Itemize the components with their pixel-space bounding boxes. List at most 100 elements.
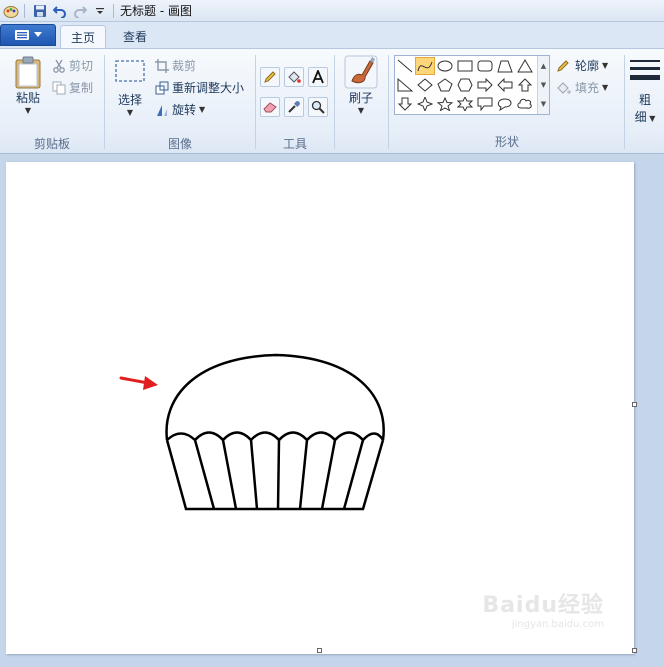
pentagon-icon <box>437 78 453 92</box>
shape-oval[interactable] <box>435 57 455 75</box>
outline-label: 轮廓 <box>575 59 600 73</box>
chevron-down-icon <box>34 32 42 37</box>
five-point-star-icon <box>437 97 453 111</box>
brushes-label: 刷子 <box>348 91 373 105</box>
redo-button[interactable] <box>71 2 89 20</box>
pencil-button[interactable] <box>260 67 280 87</box>
shape-polygon[interactable] <box>495 57 515 75</box>
magnifier-icon <box>311 100 325 114</box>
triangle-icon <box>517 59 533 73</box>
drawing-canvas[interactable]: Baidu经验 jingyan.baidu.com <box>6 162 634 654</box>
line-icon <box>397 59 413 73</box>
oval-icon <box>437 60 453 72</box>
cut-button[interactable]: 剪切 <box>52 57 93 74</box>
cut-label: 剪切 <box>69 59 94 73</box>
left-arrow-icon <box>497 78 513 92</box>
canvas-resize-handle-right[interactable] <box>632 402 637 407</box>
window-title: 无标题 - 画图 <box>120 4 192 18</box>
select-label: 选择 <box>117 93 142 107</box>
resize-button[interactable]: 重新调整大小 <box>155 79 244 96</box>
text-icon <box>312 70 324 84</box>
save-button[interactable] <box>31 2 49 20</box>
rect-callout-icon <box>477 97 493 111</box>
clipboard-group-label: 剪贴板 <box>33 137 70 151</box>
app-icon[interactable] <box>2 2 20 20</box>
canvas-resize-handle-corner[interactable] <box>632 648 637 653</box>
ribbon: 粘贴 ▼ 剪切 复制 剪贴板 选择 ▼ 裁剪 重新调整大小 旋转 ▼ 图像 工具… <box>0 48 664 154</box>
brushes-button[interactable]: 刷子 ▼ <box>340 55 382 115</box>
hexagon-icon <box>457 78 473 92</box>
red-arrow <box>119 376 158 390</box>
magnifier-button[interactable] <box>308 97 328 117</box>
rotate-icon <box>157 104 167 116</box>
image-group-label: 图像 <box>167 137 192 151</box>
shape-left-arrow[interactable] <box>495 76 515 94</box>
text-button[interactable] <box>308 67 328 87</box>
scroll-down-icon[interactable]: ▼ <box>541 81 546 89</box>
fill-button[interactable] <box>284 67 304 87</box>
shape-oval-callout[interactable] <box>495 95 515 113</box>
color-picker-button[interactable] <box>284 97 304 117</box>
copy-icon <box>52 81 66 94</box>
curve-icon <box>417 61 433 72</box>
shape-hexagon[interactable] <box>455 76 475 94</box>
shape-four-point-star[interactable] <box>415 95 435 113</box>
shape-curve[interactable] <box>415 57 435 75</box>
app-menu-button[interactable] <box>0 24 56 46</box>
gallery-expand-icon[interactable]: ▼ <box>541 100 546 108</box>
tab-home[interactable]: 主页 <box>60 25 106 48</box>
crop-icon <box>155 58 169 73</box>
shape-right-triangle[interactable] <box>395 76 415 94</box>
rotate-label: 旋转 <box>172 103 197 117</box>
color-picker-icon <box>288 101 300 113</box>
chevron-down-icon: ▼ <box>602 61 609 70</box>
canvas-drawing <box>119 353 385 511</box>
right-arrow-icon <box>477 78 493 92</box>
pencil-icon <box>264 71 276 83</box>
chevron-down-icon: ▼ <box>126 108 134 117</box>
shapes-gallery-scrollbar[interactable]: ▲ ▼ ▼ <box>537 56 549 114</box>
shape-pentagon[interactable] <box>435 76 455 94</box>
resize-label: 重新调整大小 <box>172 81 245 95</box>
shape-up-arrow[interactable] <box>515 76 535 94</box>
copy-button[interactable]: 复制 <box>52 79 93 96</box>
shape-cloud-callout[interactable] <box>515 95 535 113</box>
shape-down-arrow[interactable] <box>395 95 415 113</box>
cupcake-wrapper <box>165 439 385 511</box>
chevron-down-icon: ▼ <box>602 83 609 92</box>
chevron-down-icon <box>96 7 104 14</box>
scissors-icon <box>53 59 65 73</box>
scroll-up-icon[interactable]: ▲ <box>541 62 546 70</box>
undo-button[interactable] <box>51 2 69 20</box>
shape-rectangle[interactable] <box>455 57 475 75</box>
shape-five-point-star[interactable] <box>435 95 455 113</box>
group-separator <box>624 55 625 149</box>
shape-rounded-rectangle[interactable] <box>475 57 495 75</box>
canvas-resize-handle-bottom[interactable] <box>317 648 322 653</box>
group-separator <box>388 55 389 149</box>
shape-diamond[interactable] <box>415 76 435 94</box>
size-button[interactable]: 粗 细 ▼ <box>626 57 664 125</box>
eraser-button[interactable] <box>260 97 280 117</box>
rotate-button[interactable]: 旋转 ▼ <box>155 101 205 118</box>
rectangle-icon <box>457 60 473 72</box>
fill-label: 填充 <box>575 81 600 95</box>
select-button[interactable]: 选择 ▼ <box>111 57 149 117</box>
shape-six-point-star[interactable] <box>455 95 475 113</box>
shapes-group-label: 形状 <box>494 135 519 149</box>
fill-style-button[interactable]: 填充 ▼ <box>556 79 608 96</box>
paste-button[interactable]: 粘贴 ▼ <box>8 55 48 115</box>
shape-triangle[interactable] <box>515 57 535 75</box>
rounded-rectangle-icon <box>477 60 493 72</box>
crop-button[interactable]: 裁剪 <box>155 57 196 74</box>
quick-access-toolbar <box>0 0 118 22</box>
customize-quick-access-button[interactable] <box>91 2 109 20</box>
tools-group-label: 工具 <box>282 137 307 151</box>
shape-rect-callout[interactable] <box>475 95 495 113</box>
four-point-star-icon <box>417 97 433 111</box>
outline-button[interactable]: 轮廓 ▼ <box>556 57 608 74</box>
shape-line[interactable] <box>395 57 415 75</box>
image-group: 选择 ▼ 裁剪 重新调整大小 旋转 ▼ 图像 <box>105 49 255 155</box>
shape-right-arrow[interactable] <box>475 76 495 94</box>
tab-view[interactable]: 查看 <box>112 25 158 48</box>
